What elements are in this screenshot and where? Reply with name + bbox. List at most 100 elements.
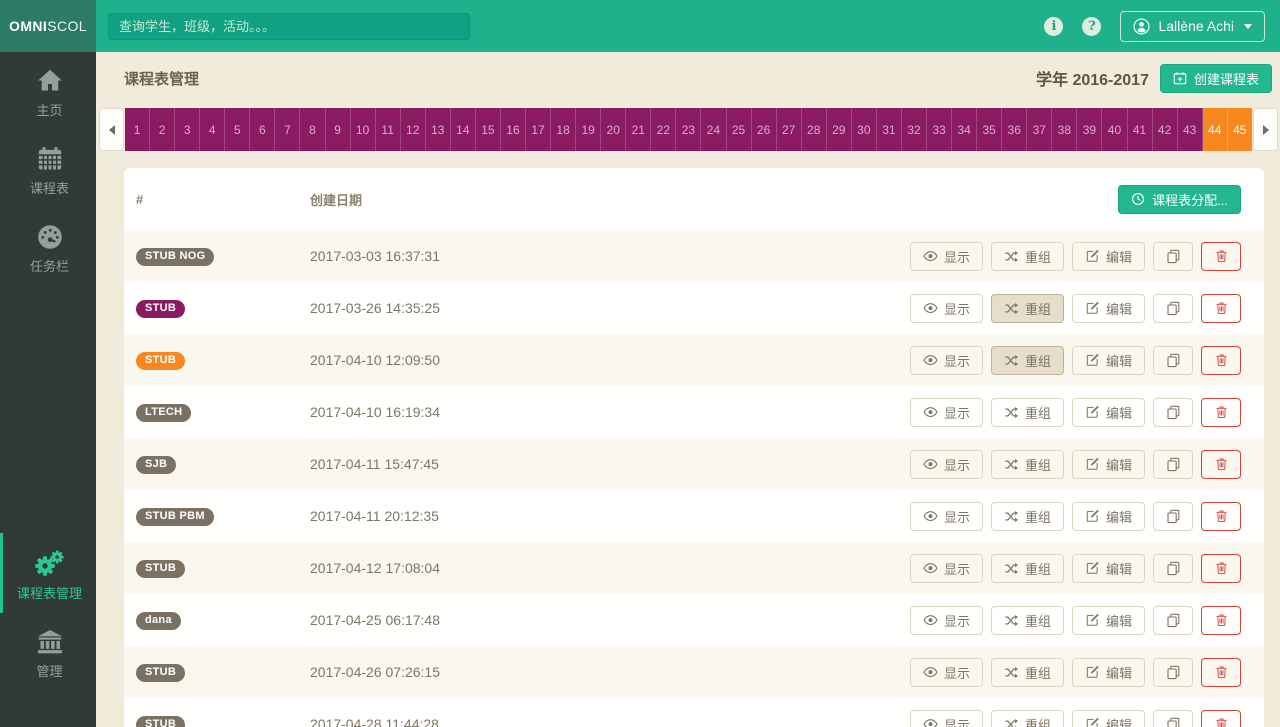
show-button[interactable]: 显示 xyxy=(909,293,983,323)
delete-button[interactable] xyxy=(1201,293,1241,323)
sidebar-item-home[interactable]: 主页 xyxy=(0,52,96,130)
pagination-page[interactable]: 1 xyxy=(125,108,151,151)
pagination-page[interactable]: 36 xyxy=(1002,108,1028,151)
copy-button[interactable] xyxy=(1153,449,1193,479)
regroup-button[interactable]: 重组 xyxy=(990,397,1064,427)
pagination-page[interactable]: 32 xyxy=(901,108,927,151)
pagination-page[interactable]: 6 xyxy=(250,108,276,151)
regroup-button[interactable]: 重组 xyxy=(990,709,1064,727)
pagination-page[interactable]: 19 xyxy=(576,108,602,151)
edit-button[interactable]: 编辑 xyxy=(1071,657,1145,687)
copy-button[interactable] xyxy=(1153,293,1193,323)
sidebar-item-timetable-management[interactable]: 课程表管理 xyxy=(0,533,96,613)
edit-button[interactable]: 编辑 xyxy=(1071,553,1145,583)
pagination-page[interactable]: 26 xyxy=(751,108,777,151)
edit-button[interactable]: 编辑 xyxy=(1071,397,1145,427)
delete-button[interactable] xyxy=(1201,553,1241,583)
regroup-button[interactable]: 重组 xyxy=(990,293,1064,323)
show-button[interactable]: 显示 xyxy=(909,657,983,687)
delete-button[interactable] xyxy=(1201,605,1241,635)
pagination-page[interactable]: 43 xyxy=(1177,108,1203,151)
pagination-page[interactable]: 35 xyxy=(977,108,1003,151)
pagination-next-button[interactable] xyxy=(1253,108,1278,151)
delete-button[interactable] xyxy=(1201,709,1241,727)
copy-button[interactable] xyxy=(1153,241,1193,271)
pagination-page[interactable]: 33 xyxy=(927,108,953,151)
pagination-page[interactable]: 42 xyxy=(1152,108,1178,151)
edit-button[interactable]: 编辑 xyxy=(1071,449,1145,479)
regroup-button[interactable]: 重组 xyxy=(990,449,1064,479)
assign-timetable-button[interactable]: 课程表分配... xyxy=(1118,184,1241,214)
pagination-page[interactable]: 15 xyxy=(475,108,501,151)
pagination-page[interactable]: 39 xyxy=(1077,108,1103,151)
edit-button[interactable]: 编辑 xyxy=(1071,709,1145,727)
delete-button[interactable] xyxy=(1201,501,1241,531)
delete-button[interactable] xyxy=(1201,345,1241,375)
copy-button[interactable] xyxy=(1153,709,1193,727)
pagination-page[interactable]: 34 xyxy=(952,108,978,151)
pagination-page[interactable]: 41 xyxy=(1127,108,1153,151)
pagination-page[interactable]: 2 xyxy=(150,108,176,151)
show-button[interactable]: 显示 xyxy=(909,397,983,427)
pagination-page[interactable]: 23 xyxy=(676,108,702,151)
edit-button[interactable]: 编辑 xyxy=(1071,293,1145,323)
pagination-page[interactable]: 28 xyxy=(801,108,827,151)
regroup-button[interactable]: 重组 xyxy=(990,605,1064,635)
pagination-page[interactable]: 30 xyxy=(851,108,877,151)
info-icon[interactable]: i xyxy=(1044,16,1064,36)
pagination-page[interactable]: 24 xyxy=(701,108,727,151)
pagination-page[interactable]: 20 xyxy=(601,108,627,151)
copy-button[interactable] xyxy=(1153,345,1193,375)
copy-button[interactable] xyxy=(1153,605,1193,635)
show-button[interactable]: 显示 xyxy=(909,345,983,375)
pagination-page[interactable]: 37 xyxy=(1027,108,1053,151)
delete-button[interactable] xyxy=(1201,241,1241,271)
show-button[interactable]: 显示 xyxy=(909,605,983,635)
pagination-page[interactable]: 40 xyxy=(1102,108,1128,151)
create-timetable-button[interactable]: 创建课程表 xyxy=(1159,63,1272,93)
pagination-page[interactable]: 7 xyxy=(275,108,301,151)
copy-button[interactable] xyxy=(1153,657,1193,687)
pagination-page[interactable]: 8 xyxy=(300,108,326,151)
show-button[interactable]: 显示 xyxy=(909,241,983,271)
pagination-page[interactable]: 16 xyxy=(500,108,526,151)
edit-button[interactable]: 编辑 xyxy=(1071,241,1145,271)
pagination-page[interactable]: 21 xyxy=(626,108,652,151)
regroup-button[interactable]: 重组 xyxy=(990,657,1064,687)
regroup-button[interactable]: 重组 xyxy=(990,501,1064,531)
pagination-page[interactable]: 4 xyxy=(200,108,226,151)
regroup-button[interactable]: 重组 xyxy=(990,553,1064,583)
delete-button[interactable] xyxy=(1201,657,1241,687)
sidebar-item-admin[interactable]: 管理 xyxy=(0,613,96,691)
pagination-page[interactable]: 29 xyxy=(826,108,852,151)
copy-button[interactable] xyxy=(1153,553,1193,583)
search-input[interactable] xyxy=(108,12,470,40)
show-button[interactable]: 显示 xyxy=(909,709,983,727)
edit-button[interactable]: 编辑 xyxy=(1071,501,1145,531)
show-button[interactable]: 显示 xyxy=(909,449,983,479)
help-icon[interactable]: ? xyxy=(1082,16,1102,36)
pagination-page[interactable]: 45 xyxy=(1227,108,1252,151)
pagination-page[interactable]: 27 xyxy=(776,108,802,151)
regroup-button[interactable]: 重组 xyxy=(990,345,1064,375)
sidebar-item-tasks[interactable]: 任务栏 xyxy=(0,208,96,286)
pagination-page[interactable]: 11 xyxy=(375,108,401,151)
pagination-page[interactable]: 25 xyxy=(726,108,752,151)
pagination-page[interactable]: 18 xyxy=(551,108,577,151)
pagination-prev-button[interactable] xyxy=(99,108,124,151)
pagination-page[interactable]: 22 xyxy=(651,108,677,151)
edit-button[interactable]: 编辑 xyxy=(1071,605,1145,635)
pagination-page[interactable]: 3 xyxy=(175,108,201,151)
show-button[interactable]: 显示 xyxy=(909,501,983,531)
pagination-page[interactable]: 9 xyxy=(325,108,351,151)
show-button[interactable]: 显示 xyxy=(909,553,983,583)
pagination-page[interactable]: 38 xyxy=(1052,108,1078,151)
pagination-page[interactable]: 31 xyxy=(876,108,902,151)
pagination-page[interactable]: 10 xyxy=(350,108,376,151)
pagination-page[interactable]: 17 xyxy=(526,108,552,151)
sidebar-item-timetable[interactable]: 课程表 xyxy=(0,130,96,208)
delete-button[interactable] xyxy=(1201,449,1241,479)
user-menu-button[interactable]: Lallène Achi xyxy=(1120,10,1265,42)
pagination-page[interactable]: 12 xyxy=(400,108,426,151)
pagination-page[interactable]: 14 xyxy=(450,108,476,151)
